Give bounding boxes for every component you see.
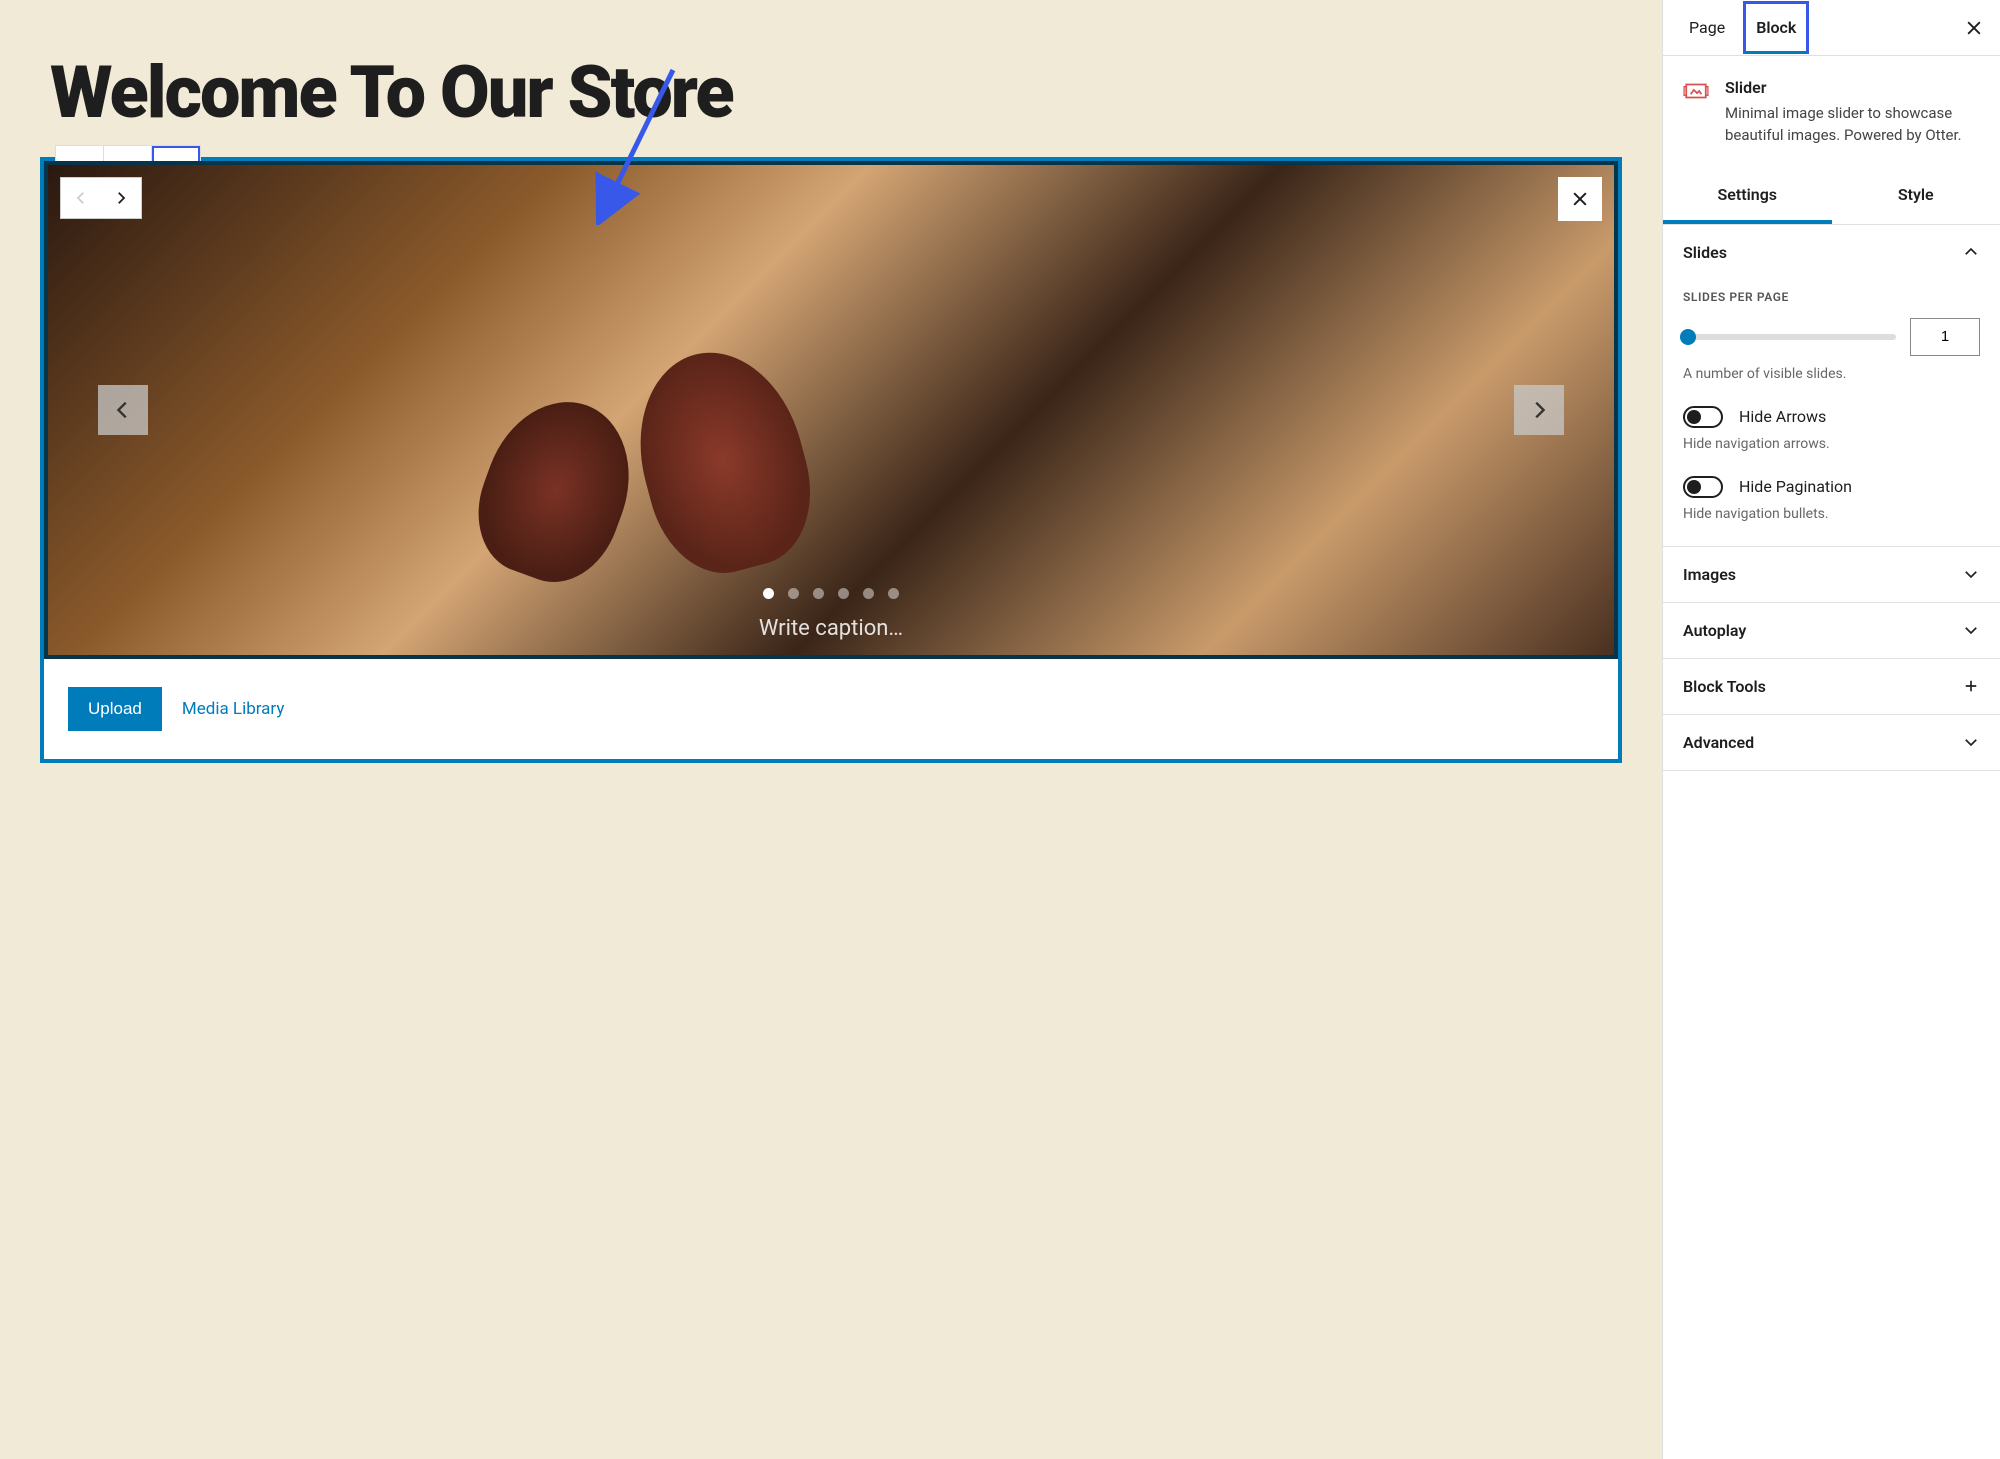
page-title: Welcome To Our Store <box>50 50 1622 135</box>
settings-sidebar: Page Block Slider Minimal image slider t… <box>1662 0 2000 1459</box>
media-library-link[interactable]: Media Library <box>182 699 285 719</box>
slider-icon <box>1683 78 1709 104</box>
panel-title: Slides <box>1683 243 1727 262</box>
pagination-dot[interactable] <box>788 588 799 599</box>
chevron-up-icon <box>1962 243 1980 261</box>
slides-per-page-label: SLIDES PER PAGE <box>1683 290 1980 304</box>
slider-prev-button[interactable] <box>98 385 148 435</box>
block-sub-tabs: Settings Style <box>1663 169 2000 225</box>
move-slide-prev[interactable] <box>61 178 101 218</box>
close-sidebar-button[interactable] <box>1964 18 1984 38</box>
panel-autoplay-toggle[interactable]: Autoplay <box>1663 603 2000 658</box>
block-info: Slider Minimal image slider to showcase … <box>1663 56 2000 169</box>
chevron-down-icon <box>1962 621 1980 639</box>
panel-advanced-toggle[interactable]: Advanced <box>1663 715 2000 770</box>
pagination-dot[interactable] <box>763 588 774 599</box>
slider-pagination <box>763 588 899 599</box>
pagination-dot[interactable] <box>838 588 849 599</box>
hide-arrows-toggle[interactable] <box>1683 406 1723 428</box>
hide-pagination-toggle[interactable] <box>1683 476 1723 498</box>
close-icon <box>1964 18 1984 38</box>
hide-arrows-help: Hide navigation arrows. <box>1683 436 1980 452</box>
panel-title: Images <box>1683 565 1736 584</box>
panel-title: Block Tools <box>1683 677 1766 696</box>
panel-title: Autoplay <box>1683 621 1746 640</box>
caption-input[interactable]: Write caption… <box>759 616 903 641</box>
plus-icon <box>1962 677 1980 695</box>
block-description: Minimal image slider to showcase beautif… <box>1725 103 1980 147</box>
pagination-dot[interactable] <box>813 588 824 599</box>
panel-block-tools-toggle[interactable]: Block Tools <box>1663 659 2000 714</box>
chevron-down-icon <box>1962 565 1980 583</box>
panel-title: Advanced <box>1683 733 1754 752</box>
upload-button[interactable]: Upload <box>68 687 162 731</box>
slide-reorder-nav <box>60 177 142 219</box>
chevron-right-icon <box>112 189 130 207</box>
media-row: Upload Media Library <box>44 659 1618 759</box>
panel-images-toggle[interactable]: Images <box>1663 547 2000 602</box>
chevron-right-icon <box>1528 399 1550 421</box>
pagination-dot[interactable] <box>863 588 874 599</box>
remove-slide-button[interactable] <box>1558 177 1602 221</box>
tab-block[interactable]: Block <box>1743 1 1809 54</box>
sub-tab-style[interactable]: Style <box>1832 169 2000 224</box>
sub-tab-settings[interactable]: Settings <box>1663 169 1832 224</box>
close-icon <box>1570 189 1590 209</box>
chevron-down-icon <box>1962 733 1980 751</box>
slider-block[interactable]: Write caption… Upload Media Library <box>40 157 1622 763</box>
tab-page[interactable]: Page <box>1679 4 1735 51</box>
chevron-left-icon <box>112 399 134 421</box>
hide-pagination-help: Hide navigation bullets. <box>1683 506 1980 522</box>
hide-pagination-label: Hide Pagination <box>1739 477 1852 496</box>
slides-per-page-range[interactable] <box>1683 334 1896 340</box>
chevron-left-icon <box>72 189 90 207</box>
panel-slides-toggle[interactable]: Slides <box>1663 225 2000 280</box>
slides-per-page-input[interactable] <box>1910 318 1980 356</box>
move-slide-next[interactable] <box>101 178 141 218</box>
slides-per-page-help: A number of visible slides. <box>1683 366 1980 382</box>
block-title: Slider <box>1725 78 1980 97</box>
pagination-dot[interactable] <box>888 588 899 599</box>
slider-stage: Write caption… <box>44 161 1618 659</box>
hide-arrows-label: Hide Arrows <box>1739 407 1826 426</box>
panel-slides: Slides SLIDES PER PAGE A number of visib… <box>1663 225 2000 547</box>
sidebar-tabs: Page Block <box>1663 0 2000 56</box>
slider-next-button[interactable] <box>1514 385 1564 435</box>
